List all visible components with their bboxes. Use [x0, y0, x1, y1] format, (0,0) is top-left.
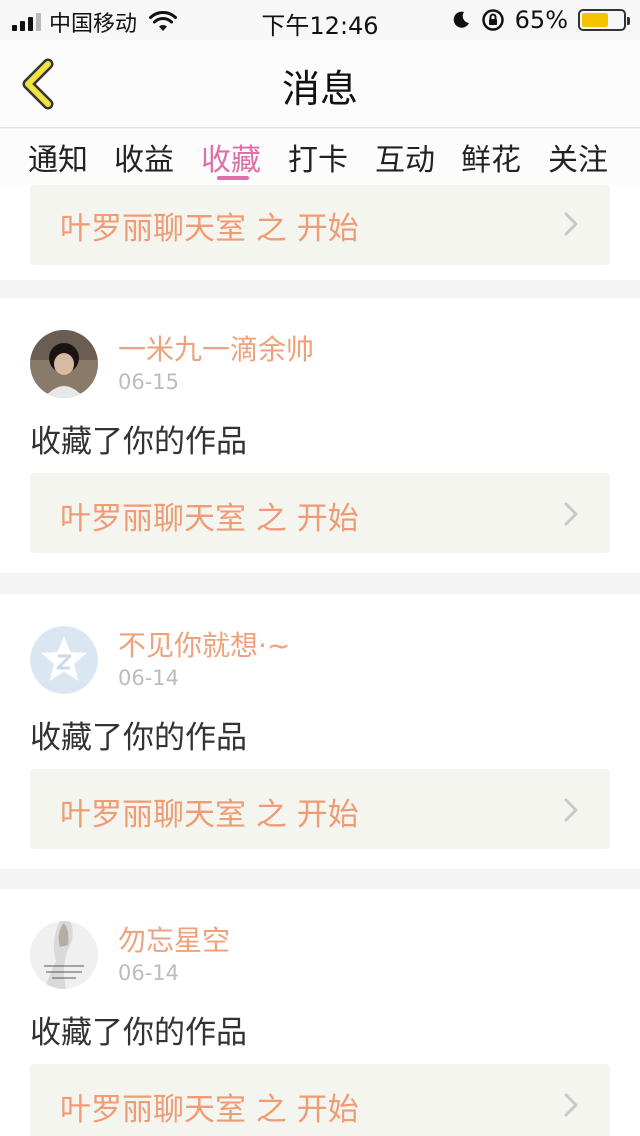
nav-bar: 消息	[0, 40, 640, 128]
battery-icon	[578, 9, 630, 31]
list-item: 一米九一滴余帅 06-15 收藏了你的作品 叶罗丽聊天室 之 开始	[0, 298, 640, 573]
work-link[interactable]: 叶罗丽聊天室 之 开始	[30, 473, 610, 553]
messages-page: 中国移动 下午12:46 65% 消息 通知 收益 收藏 打卡 互动 鲜花 关注…	[0, 0, 640, 1136]
battery-percent: 65%	[514, 6, 568, 34]
chevron-right-icon	[564, 502, 578, 526]
tab-bar: 通知 收益 收藏 打卡 互动 鲜花 关注	[0, 129, 640, 185]
tab-follows[interactable]: 关注	[548, 135, 608, 179]
chevron-right-icon	[564, 1093, 578, 1117]
action-text: 收藏了你的作品	[30, 424, 247, 460]
page-title: 消息	[281, 67, 358, 111]
username[interactable]: 勿忘星空	[118, 919, 230, 959]
work-link[interactable]: 叶罗丽聊天室 之 开始	[30, 769, 610, 849]
tab-notifications[interactable]: 通知	[28, 135, 88, 179]
user-photo-avatar-icon	[30, 330, 98, 398]
tab-flowers[interactable]: 鲜花	[461, 135, 521, 179]
tab-checkin[interactable]: 打卡	[288, 135, 348, 179]
work-title: 叶罗丽聊天室 之 开始	[60, 1092, 359, 1128]
avatar[interactable]	[30, 921, 98, 989]
list-item: 叶罗丽聊天室 之 开始	[0, 185, 640, 280]
avatar[interactable]	[30, 330, 98, 398]
tab-favorites[interactable]: 收藏	[201, 135, 261, 179]
moon-icon	[453, 11, 469, 28]
work-link[interactable]: 叶罗丽聊天室 之 开始	[30, 185, 610, 265]
action-text: 收藏了你的作品	[30, 720, 247, 756]
chevron-right-icon	[564, 212, 578, 236]
username[interactable]: 不见你就想·~	[118, 624, 290, 664]
battery-level	[582, 13, 608, 27]
work-title: 叶罗丽聊天室 之 开始	[60, 797, 359, 833]
username[interactable]: 一米九一滴余帅	[118, 328, 314, 368]
tab-interactions[interactable]: 互动	[375, 135, 435, 179]
work-title: 叶罗丽聊天室 之 开始	[60, 501, 359, 537]
chevron-right-icon	[564, 798, 578, 822]
list-item: 不见你就想·~ 06-14 收藏了你的作品 叶罗丽聊天室 之 开始	[0, 594, 640, 869]
status-right: 65%	[451, 6, 630, 34]
default-star-avatar-icon	[30, 626, 98, 694]
action-text: 收藏了你的作品	[30, 1015, 247, 1051]
user-photo-avatar-icon	[30, 921, 98, 989]
date: 06-14	[118, 961, 180, 985]
active-tab-indicator	[217, 176, 249, 180]
date: 06-15	[118, 370, 180, 394]
avatar[interactable]	[30, 626, 98, 694]
rotation-lock-icon	[481, 9, 504, 31]
work-title: 叶罗丽聊天室 之 开始	[60, 211, 359, 247]
status-bar: 中国移动 下午12:46 65%	[0, 0, 640, 40]
date: 06-14	[118, 666, 180, 690]
work-link[interactable]: 叶罗丽聊天室 之 开始	[30, 1064, 610, 1136]
list-item: 勿忘星空 06-14 收藏了你的作品 叶罗丽聊天室 之 开始	[0, 889, 640, 1136]
tab-earnings[interactable]: 收益	[114, 135, 174, 179]
